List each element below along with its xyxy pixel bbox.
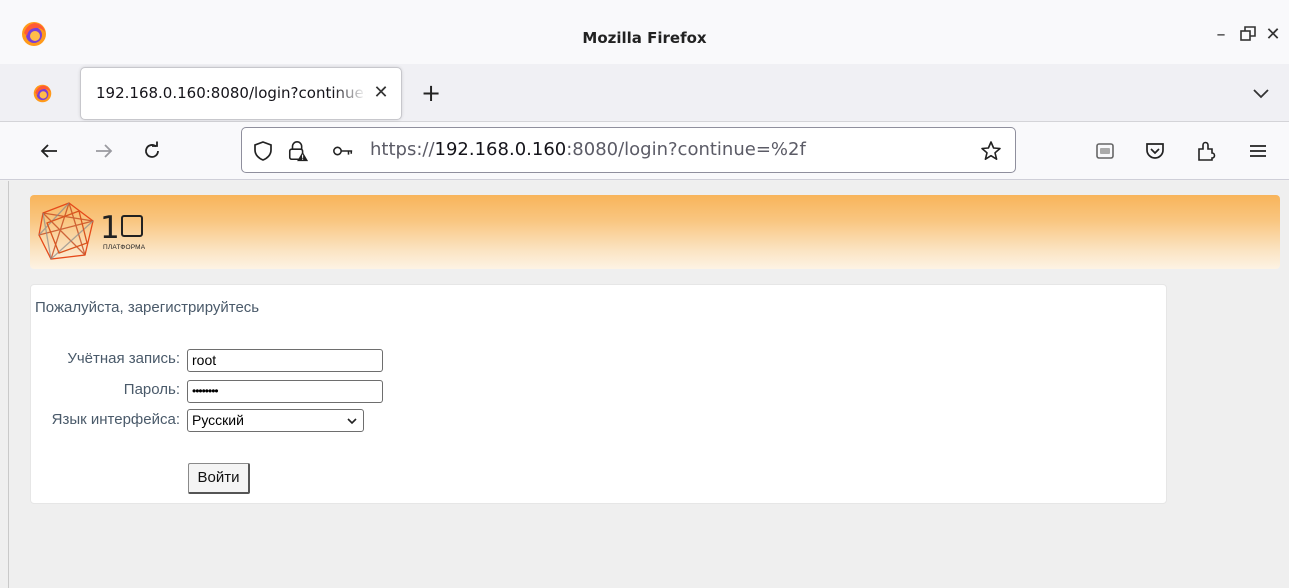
url-path: :8080/login?continue=%2f bbox=[566, 139, 806, 160]
window-title: Mozilla Firefox bbox=[582, 29, 707, 47]
url-bar[interactable]: https://192.168.0.160:8080/login?continu… bbox=[241, 127, 1016, 173]
password-input[interactable]: •••••••• bbox=[187, 380, 383, 403]
insecure-lock-icon bbox=[288, 141, 309, 162]
account-label: Учётная запись: bbox=[67, 350, 180, 367]
hamburger-menu-icon bbox=[1250, 145, 1266, 157]
close-window-button[interactable]: ✕ bbox=[1263, 25, 1283, 45]
window-titlebar: Mozilla Firefox – ✕ bbox=[0, 0, 1289, 64]
language-label: Язык интерфейса: bbox=[51, 411, 180, 428]
reload-button[interactable] bbox=[137, 136, 167, 166]
arrow-right-icon bbox=[96, 144, 113, 158]
site-info-button[interactable] bbox=[287, 140, 309, 162]
key-icon bbox=[333, 146, 353, 156]
sidebar-icon bbox=[1096, 143, 1114, 159]
url-scheme: https:// bbox=[370, 139, 435, 160]
list-all-tabs-icon[interactable] bbox=[1249, 81, 1273, 105]
tab-login[interactable]: 192.168.0.160:8080/login?continue=%2f ✕ bbox=[80, 67, 402, 120]
page-header: 101 ПЛАТФОРМА bbox=[30, 195, 1280, 269]
pocket-icon bbox=[1146, 143, 1164, 159]
tab-title: 192.168.0.160:8080/login?continue=%2f bbox=[96, 84, 366, 102]
restore-icon bbox=[1240, 26, 1256, 41]
url-text[interactable]: https://192.168.0.160:8080/login?continu… bbox=[370, 128, 806, 172]
tab-bar: 192.168.0.160:8080/login?continue=%2f ✕ … bbox=[0, 64, 1289, 122]
minimize-button[interactable]: – bbox=[1211, 25, 1231, 45]
chevron-down-icon bbox=[347, 418, 357, 425]
firefox-view-icon[interactable] bbox=[33, 84, 52, 103]
bookmark-button[interactable] bbox=[980, 140, 1002, 162]
viewport-edge bbox=[8, 181, 9, 588]
puzzle-icon bbox=[1198, 141, 1216, 161]
new-tab-button[interactable]: + bbox=[416, 78, 446, 108]
platform-logo-icon bbox=[38, 202, 94, 260]
language-selected-value: Русский bbox=[192, 412, 244, 428]
pocket-button[interactable] bbox=[1141, 137, 1169, 165]
login-button[interactable]: Войти bbox=[188, 463, 250, 494]
navigation-toolbar: https://192.168.0.160:8080/login?continu… bbox=[0, 122, 1289, 180]
brand-zero-glyph bbox=[120, 215, 143, 237]
page-viewport: 101 ПЛАТФОРМА Пожалуйста, зарегистрируйт… bbox=[0, 181, 1289, 588]
brand-subtitle: ПЛАТФОРМА bbox=[103, 244, 146, 251]
extensions-button[interactable] bbox=[1192, 137, 1220, 165]
account-input[interactable]: root bbox=[187, 349, 383, 372]
tracking-protection-button[interactable] bbox=[252, 140, 274, 162]
password-manager-button[interactable] bbox=[332, 140, 354, 162]
password-label: Пароль: bbox=[123, 381, 180, 398]
app-menu-button[interactable] bbox=[1244, 137, 1272, 165]
star-icon bbox=[981, 141, 1001, 160]
reload-icon bbox=[145, 141, 159, 158]
forward-button[interactable] bbox=[89, 136, 119, 166]
tab-close-button[interactable]: ✕ bbox=[371, 83, 391, 103]
shield-icon bbox=[254, 141, 272, 161]
login-prompt: Пожалуйста, зарегистрируйтесь bbox=[35, 299, 260, 316]
back-button[interactable] bbox=[34, 136, 64, 166]
url-host: 192.168.0.160 bbox=[434, 139, 567, 160]
login-panel: Пожалуйста, зарегистрируйтесь Учётная за… bbox=[30, 284, 1167, 504]
brand-number: 101 bbox=[100, 213, 143, 244]
restore-button[interactable] bbox=[1238, 25, 1258, 45]
arrow-left-icon bbox=[40, 144, 57, 158]
reader-view-button[interactable] bbox=[1091, 137, 1119, 165]
language-select[interactable]: Русский bbox=[187, 409, 364, 432]
